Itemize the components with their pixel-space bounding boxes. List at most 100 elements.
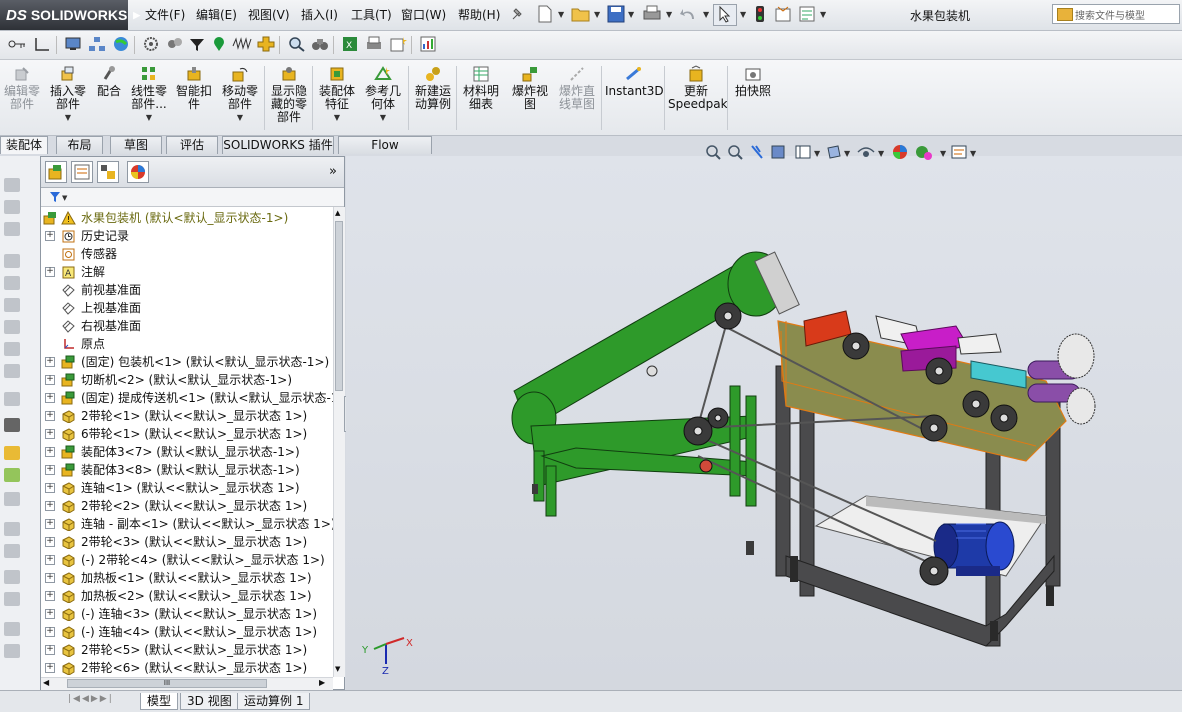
- tab-layout[interactable]: 布局: [56, 136, 103, 154]
- tab-property-manager[interactable]: [71, 161, 93, 183]
- update-speedpak-button[interactable]: 更新 Speedpak: [668, 65, 728, 111]
- tab-sketch[interactable]: 草图: [110, 136, 162, 154]
- chevron-down-icon[interactable]: ▼: [740, 10, 746, 19]
- tree-horizontal-scrollbar[interactable]: ◀ III ▶: [41, 677, 333, 690]
- funnel-icon[interactable]: [188, 36, 206, 52]
- spreadsheet-icon[interactable]: X: [341, 36, 359, 52]
- undo-icon[interactable]: [679, 5, 699, 23]
- tool-icon[interactable]: [4, 446, 20, 460]
- tab-display-manager[interactable]: [127, 161, 149, 183]
- tool-icon[interactable]: [4, 298, 20, 312]
- tab-feature-tree[interactable]: [45, 161, 67, 183]
- smart-fastener-button[interactable]: 智能扣 件: [174, 65, 214, 111]
- new-document-icon[interactable]: [537, 5, 553, 23]
- chevron-down-icon[interactable]: ▼: [703, 10, 709, 19]
- menu-window[interactable]: 窗口(W): [401, 6, 446, 23]
- chevron-down-icon[interactable]: ▼: [128, 111, 170, 124]
- new-motion-study-button[interactable]: 新建运 动算例: [412, 65, 454, 111]
- options-icon[interactable]: [798, 5, 816, 23]
- print-icon[interactable]: [642, 5, 662, 23]
- expand-toggle-icon[interactable]: +: [45, 267, 55, 277]
- scrollbar-thumb[interactable]: [335, 221, 343, 391]
- scroll-up-icon[interactable]: ▲: [335, 209, 340, 217]
- tab-navigation-arrows[interactable]: |◀◀▶▶|: [68, 694, 114, 704]
- tool-icon[interactable]: [4, 622, 20, 636]
- assembly-feature-button[interactable]: 装配体 特征 ▼: [316, 65, 358, 124]
- spring-icon[interactable]: [232, 36, 252, 52]
- reference-geometry-button[interactable]: 参考几 何体 ▼: [362, 65, 404, 124]
- search-input[interactable]: 搜索文件与模型: [1052, 4, 1180, 24]
- printer-icon[interactable]: [365, 36, 383, 52]
- expand-toggle-icon[interactable]: +: [45, 591, 55, 601]
- cross-icon[interactable]: [257, 36, 275, 52]
- tool-icon[interactable]: [4, 200, 20, 214]
- gears-icon[interactable]: [166, 36, 184, 52]
- gear-icon[interactable]: [142, 36, 160, 52]
- tool-icon[interactable]: [4, 178, 20, 192]
- tab-solidworks-addins[interactable]: SOLIDWORKS 插件: [222, 136, 334, 154]
- expand-toggle-icon[interactable]: +: [45, 393, 55, 403]
- tree-filter-bar[interactable]: ▼: [41, 188, 344, 207]
- expand-toggle-icon[interactable]: +: [45, 573, 55, 583]
- scroll-right-icon[interactable]: ▶: [319, 678, 325, 687]
- assembly-model-render[interactable]: X Y Z: [346, 156, 1182, 690]
- menu-edit[interactable]: 编辑(E): [196, 6, 237, 23]
- menu-file[interactable]: 文件(F): [145, 6, 185, 23]
- tool-icon[interactable]: [4, 492, 20, 506]
- menu-insert[interactable]: 插入(I): [301, 6, 338, 23]
- expand-toggle-icon[interactable]: +: [45, 357, 55, 367]
- tab-assembly[interactable]: 装配体: [0, 136, 48, 154]
- magnify-icon[interactable]: [288, 36, 306, 52]
- tool-icon[interactable]: [4, 592, 20, 606]
- chevron-down-icon[interactable]: ▼: [820, 10, 826, 19]
- chevron-down-icon[interactable]: ▼: [666, 10, 672, 19]
- tool-icon[interactable]: [4, 544, 20, 558]
- location-pin-icon[interactable]: [210, 36, 228, 52]
- scroll-down-icon[interactable]: ▼: [335, 665, 340, 673]
- menu-help[interactable]: 帮助(H): [458, 6, 500, 23]
- move-component-button[interactable]: 移动零 部件 ▼: [218, 65, 262, 124]
- show-hidden-components-button[interactable]: 显示隐 藏的零 部件: [268, 65, 310, 124]
- save-icon[interactable]: [607, 5, 625, 23]
- binoculars-icon[interactable]: [311, 36, 329, 52]
- chevron-down-icon[interactable]: ▼: [594, 10, 600, 19]
- tab-motion-study-1[interactable]: 运动算例 1: [237, 693, 311, 710]
- expand-toggle-icon[interactable]: +: [45, 429, 55, 439]
- expand-toggle-icon[interactable]: +: [45, 231, 55, 241]
- instant3d-button[interactable]: Instant3D: [605, 65, 664, 98]
- expand-toggle-icon[interactable]: +: [45, 447, 55, 457]
- chart-doc-icon[interactable]: [419, 36, 437, 52]
- tool-icon[interactable]: [4, 364, 20, 378]
- chevron-down-icon[interactable]: ▼: [558, 10, 564, 19]
- expand-toggle-icon[interactable]: +: [45, 465, 55, 475]
- chevron-down-icon[interactable]: ▼: [362, 111, 404, 124]
- tool-icon[interactable]: [4, 342, 20, 356]
- tool-icon[interactable]: [4, 392, 20, 406]
- pin-icon[interactable]: [510, 6, 524, 22]
- expand-toggle-icon[interactable]: +: [45, 645, 55, 655]
- tab-3d-views[interactable]: 3D 视图: [180, 693, 239, 710]
- take-snapshot-button[interactable]: 拍快照: [731, 65, 775, 98]
- tool-icon[interactable]: [4, 320, 20, 334]
- expand-toggle-icon[interactable]: +: [45, 663, 55, 673]
- tool-icon[interactable]: [4, 276, 20, 290]
- select-tool-button[interactable]: [713, 4, 737, 26]
- bill-of-materials-button[interactable]: 材料明 细表: [460, 65, 502, 111]
- exploded-view-button[interactable]: 爆炸视 图: [508, 65, 552, 111]
- tool-icon[interactable]: [4, 522, 20, 536]
- linear-pattern-button[interactable]: 线性零 部件... ▼: [128, 65, 170, 124]
- tree-vertical-scrollbar[interactable]: ▲ ▼: [333, 207, 345, 677]
- key-icon[interactable]: [8, 37, 26, 51]
- expand-panel-icon[interactable]: »: [329, 164, 337, 179]
- expand-toggle-icon[interactable]: +: [45, 519, 55, 529]
- insert-component-button[interactable]: 插入零 部件 ▼: [46, 65, 90, 124]
- graphics-viewport[interactable]: ▼ ▼ ▼ ▼ ▼ X Y Z: [346, 145, 1182, 690]
- expand-toggle-icon[interactable]: +: [45, 375, 55, 385]
- tool-icon[interactable]: [4, 644, 20, 658]
- expand-toggle-icon[interactable]: +: [45, 537, 55, 547]
- angle-icon[interactable]: [33, 36, 51, 52]
- chevron-down-icon[interactable]: ▼: [316, 111, 358, 124]
- tab-flow-simulation[interactable]: Flow Simulation: [338, 136, 432, 169]
- mate-button[interactable]: 配合: [94, 65, 124, 98]
- scrollbar-thumb[interactable]: III: [67, 679, 267, 688]
